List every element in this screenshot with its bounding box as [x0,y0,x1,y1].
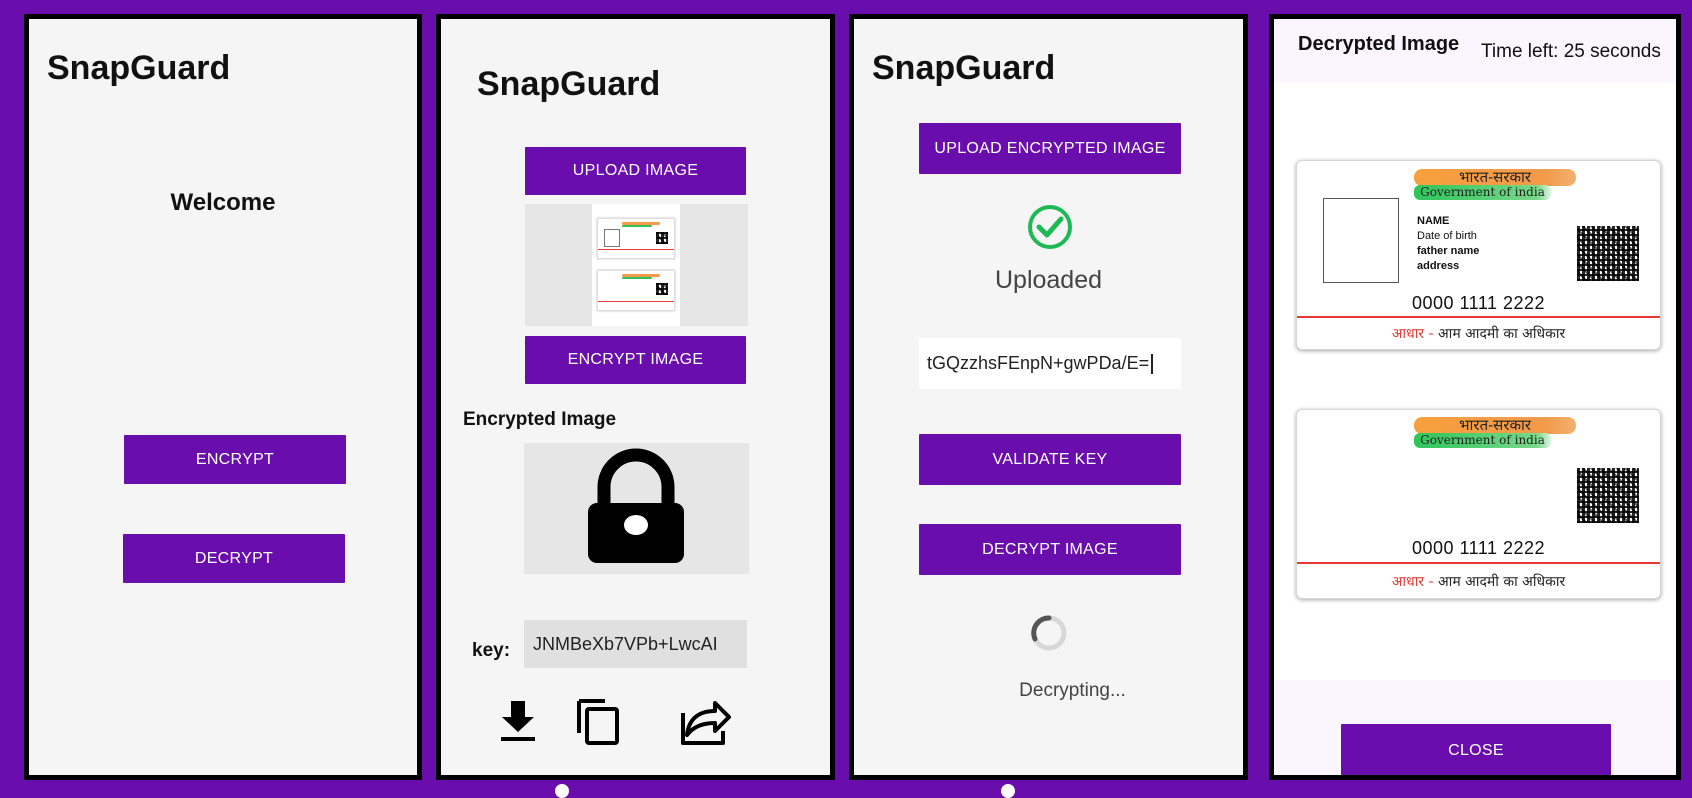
id-card-back: भारत-सरकार Government of india 0000 1111… [1296,409,1661,599]
download-icon[interactable] [498,699,538,743]
divider [1297,316,1660,318]
footer-red-text: आधार - [1391,574,1434,590]
screen-decrypted-image: Decrypted Image Time left: 25 seconds भा… [1269,14,1681,780]
field-dob: Date of birth [1417,230,1477,242]
preview-image [592,204,680,326]
decrypt-image-button[interactable]: DECRYPT IMAGE [919,524,1181,575]
loading-spinner-icon [1031,615,1067,651]
field-name: NAME [1417,215,1450,227]
uploaded-image-preview [525,204,748,326]
encrypt-image-button[interactable]: ENCRYPT IMAGE [525,336,746,384]
field-father-name: father name [1417,245,1480,257]
app-title: SnapGuard [477,65,661,103]
gov-hindi-banner: भारत-सरकार [1414,169,1576,186]
copy-icon[interactable] [575,695,623,747]
time-left-text: Time left: 25 seconds [1481,41,1661,62]
aadhaar-footer: आधार - आम आदमी का अधिकार [1297,572,1660,591]
screen-decrypt: SnapGuard UPLOAD ENCRYPTED IMAGE Uploade… [849,14,1248,780]
screen-welcome: SnapGuard Welcome ENCRYPT DECRYPT [24,14,422,780]
text-caret [1151,353,1154,374]
decrypting-progress-text: Decrypting... [1019,680,1126,701]
lock-icon [588,448,684,563]
close-button[interactable]: CLOSE [1341,724,1611,775]
page-indicator-dot [555,784,569,798]
key-label: key: [472,640,511,661]
upload-encrypted-image-button[interactable]: UPLOAD ENCRYPTED IMAGE [919,123,1181,174]
validate-key-button[interactable]: VALIDATE KEY [919,434,1181,485]
decrypt-button[interactable]: DECRYPT [123,534,345,583]
key-input[interactable]: tGQzzhsFEnpN+gwPDa/E= [919,338,1181,389]
gov-english-banner: Government of india [1414,185,1551,200]
decrypted-image-title: Decrypted Image [1298,33,1460,55]
qr-code [1577,226,1639,281]
gov-hindi-banner: भारत-सरकार [1414,417,1576,434]
aadhaar-footer: आधार - आम आदमी का अधिकार [1297,324,1660,343]
field-address: address [1417,260,1460,272]
key-input-value: tGQzzhsFEnpN+gwPDa/E= [927,353,1150,373]
upload-status-text: Uploaded [994,266,1103,294]
encrypted-image-heading: Encrypted Image [463,409,617,430]
mini-card-back [597,270,675,311]
mini-card-front [597,218,675,259]
id-number: 0000 1111 2222 [1411,538,1546,558]
app-title: SnapGuard [872,49,1056,87]
upload-image-button[interactable]: UPLOAD IMAGE [525,147,746,195]
screen-encrypt: SnapGuard UPLOAD IMAGE ENCRYPT IMAGE Enc… [436,14,835,780]
check-circle-icon [1028,205,1072,249]
footer-text: आम आदमी का अधिकार [1433,326,1566,342]
footer-text: आम आदमी का अधिकार [1433,574,1566,590]
top-bar: Decrypted Image Time left: 25 seconds [1274,19,1676,82]
share-icon[interactable] [675,695,733,747]
id-card-front: भारत-सरकार Government of india NAME Date… [1296,160,1661,350]
footer-red-text: आधार - [1391,326,1434,342]
page-indicator-dot [1001,784,1015,798]
gov-english-banner: Government of india [1414,433,1551,448]
encrypt-button[interactable]: ENCRYPT [124,435,346,484]
photo-placeholder [1323,198,1399,283]
welcome-text: Welcome [170,189,276,216]
divider [1297,562,1660,564]
encrypted-image-preview [524,443,749,574]
qr-code [1577,468,1639,523]
key-value-field[interactable]: JNMBeXb7VPb+LwcAI [524,620,747,668]
id-number: 0000 1111 2222 [1411,293,1546,313]
app-title: SnapGuard [47,49,231,87]
